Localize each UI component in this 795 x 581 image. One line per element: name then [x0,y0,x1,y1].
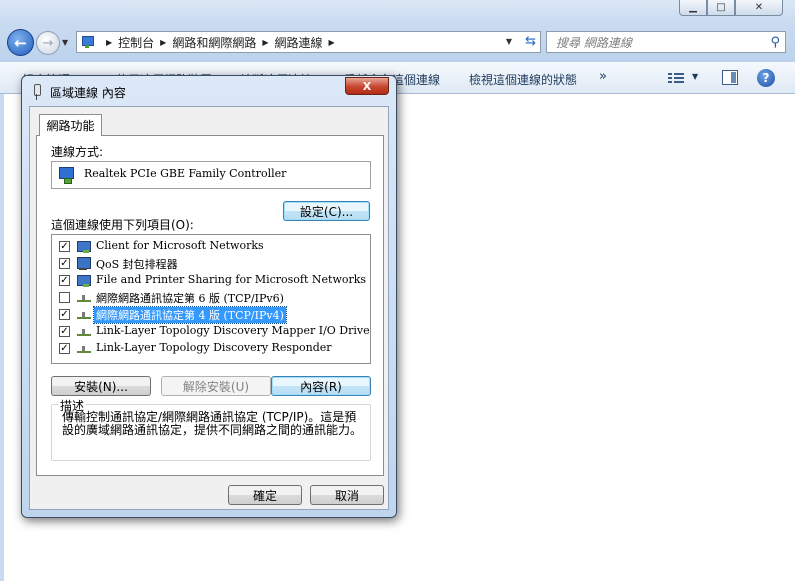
list-item[interactable]: ✓ Link-Layer Topology Discovery Responder [52,340,370,357]
connect-using-label: 連線方式: [51,145,104,159]
recent-pages-dropdown[interactable]: ▼ [62,38,68,47]
forward-button[interactable]: → [36,31,60,55]
search-icon[interactable]: ⚲ [770,35,780,50]
network-adapter-icon [58,167,76,184]
qos-scheduler-icon [76,256,92,271]
address-bar[interactable]: ▶ 控制台 ▶ 網路和網際網路 ▶ 網路連線 ▶ ▼ ⇆ [76,31,541,53]
protocol-icon [76,341,92,356]
preview-pane-icon[interactable] [722,70,738,85]
install-button[interactable]: 安裝(N)... [51,376,151,396]
breadcrumb-separator[interactable]: ▶ [106,38,112,47]
protocol-icon [76,324,92,339]
component-checkbox[interactable]: ✓ [59,275,70,286]
refresh-icon[interactable]: ⇆ [525,34,536,49]
address-dropdown-icon[interactable]: ▼ [506,37,512,46]
control-panel-icon [80,35,96,49]
component-label: 網際網路通訊協定第 4 版 (TCP/IPv4) [93,306,287,324]
network-connection-icon [30,84,44,100]
protocol-icon [76,290,92,305]
dialog-close-button[interactable]: X [345,77,389,95]
breadcrumb-network-connections[interactable]: 網路連線 [275,34,323,51]
dialog-body: 網路功能 連線方式: Realtek PCIe GBE Family Contr… [29,106,389,510]
networking-tab-panel: 連線方式: Realtek PCIe GBE Family Controller… [36,135,384,476]
breadcrumb-separator[interactable]: ▶ [160,38,166,47]
minimize-button[interactable]: ▁ [679,0,707,16]
breadcrumb-network-internet[interactable]: 網路和網際網路 [172,34,256,51]
dialog-title: 區域連線 內容 [50,86,126,100]
properties-button[interactable]: 內容(R) [271,376,371,396]
navigation-bar: ← → ▼ ▶ 控制台 ▶ 網路和網際網路 ▶ 網路連線 ▶ ▼ ⇆ 搜尋 網路… [0,24,795,62]
local-area-connection-properties-dialog: 區域連線 內容 X 網路功能 連線方式: Realtek PCIe GBE Fa… [21,75,397,518]
breadcrumb-separator[interactable]: ▶ [329,38,335,47]
cancel-button[interactable]: 取消 [310,485,384,505]
more-commands-icon[interactable]: » [599,69,607,84]
component-label: 網際網路通訊協定第 6 版 (TCP/IPv6) [96,292,284,305]
change-view-icon[interactable] [668,71,684,85]
uninstall-button: 解除安裝(U) [161,376,271,396]
list-item[interactable]: ✓ Link-Layer Topology Discovery Mapper I/… [52,323,370,340]
ok-button[interactable]: 確定 [228,485,302,505]
close-icon: X [362,79,372,93]
view-status-command[interactable]: 檢視這個連線的狀態 [469,71,577,88]
maximize-button[interactable]: □ [707,0,735,16]
component-label: Link-Layer Topology Discovery Mapper I/O… [96,324,371,337]
network-client-icon [76,239,92,254]
window-frame-edge [0,94,4,581]
adapter-name: Realtek PCIe GBE Family Controller [84,167,287,180]
list-item[interactable]: ✓ Client for Microsoft Networks [52,238,370,255]
list-item[interactable]: ✓ QoS 封包排程器 [52,255,370,272]
component-checkbox[interactable] [59,292,70,303]
view-dropdown-icon[interactable]: ▼ [692,72,698,81]
back-arrow-icon: ← [14,33,27,52]
component-label: Client for Microsoft Networks [96,239,264,252]
description-text: 傳輸控制通訊協定/網際網路通訊協定 (TCP/IP)。這是預設的廣域網路通訊協定… [62,410,363,437]
component-label: QoS 封包排程器 [96,258,178,271]
description-group: 描述 傳輸控制通訊協定/網際網路通訊協定 (TCP/IP)。這是預設的廣域網路通… [51,397,371,461]
items-label: 這個連線使用下列項目(O): [51,218,194,232]
window-controls: ▁ □ ✕ [679,0,783,16]
component-checkbox[interactable]: ✓ [59,241,70,252]
component-checkbox[interactable]: ✓ [59,343,70,354]
breadcrumb-separator[interactable]: ▶ [262,38,268,47]
forward-arrow-icon: → [42,35,54,51]
configure-button[interactable]: 設定(C)... [283,201,370,221]
component-checkbox[interactable]: ✓ [59,309,70,320]
adapter-field: Realtek PCIe GBE Family Controller [51,161,371,189]
breadcrumb-control-panel[interactable]: 控制台 [118,34,154,51]
component-label: File and Printer Sharing for Microsoft N… [96,273,367,286]
list-item[interactable]: ✓ File and Printer Sharing for Microsoft … [52,272,370,289]
components-list[interactable]: ✓ Client for Microsoft Networks ✓ QoS 封包排程器… [51,234,371,364]
help-icon[interactable]: ? [757,69,775,87]
search-box[interactable]: 搜尋 網路連線 ⚲ [546,31,786,53]
file-sharing-icon [76,273,92,288]
list-item[interactable]: ✓ 網際網路通訊協定第 4 版 (TCP/IPv4) [52,306,370,324]
component-label: Link-Layer Topology Discovery Responder [96,341,332,354]
component-checkbox[interactable]: ✓ [59,258,70,269]
back-button[interactable]: ← [7,29,34,56]
close-window-button[interactable]: ✕ [735,0,783,16]
tab-networking[interactable]: 網路功能 [39,114,102,136]
list-item[interactable]: 網際網路通訊協定第 6 版 (TCP/IPv6) [52,289,370,306]
search-placeholder: 搜尋 網路連線 [556,35,632,50]
protocol-icon [76,307,92,322]
component-checkbox[interactable]: ✓ [59,326,70,337]
explorer-title-bar: ▁ □ ✕ [0,0,795,24]
